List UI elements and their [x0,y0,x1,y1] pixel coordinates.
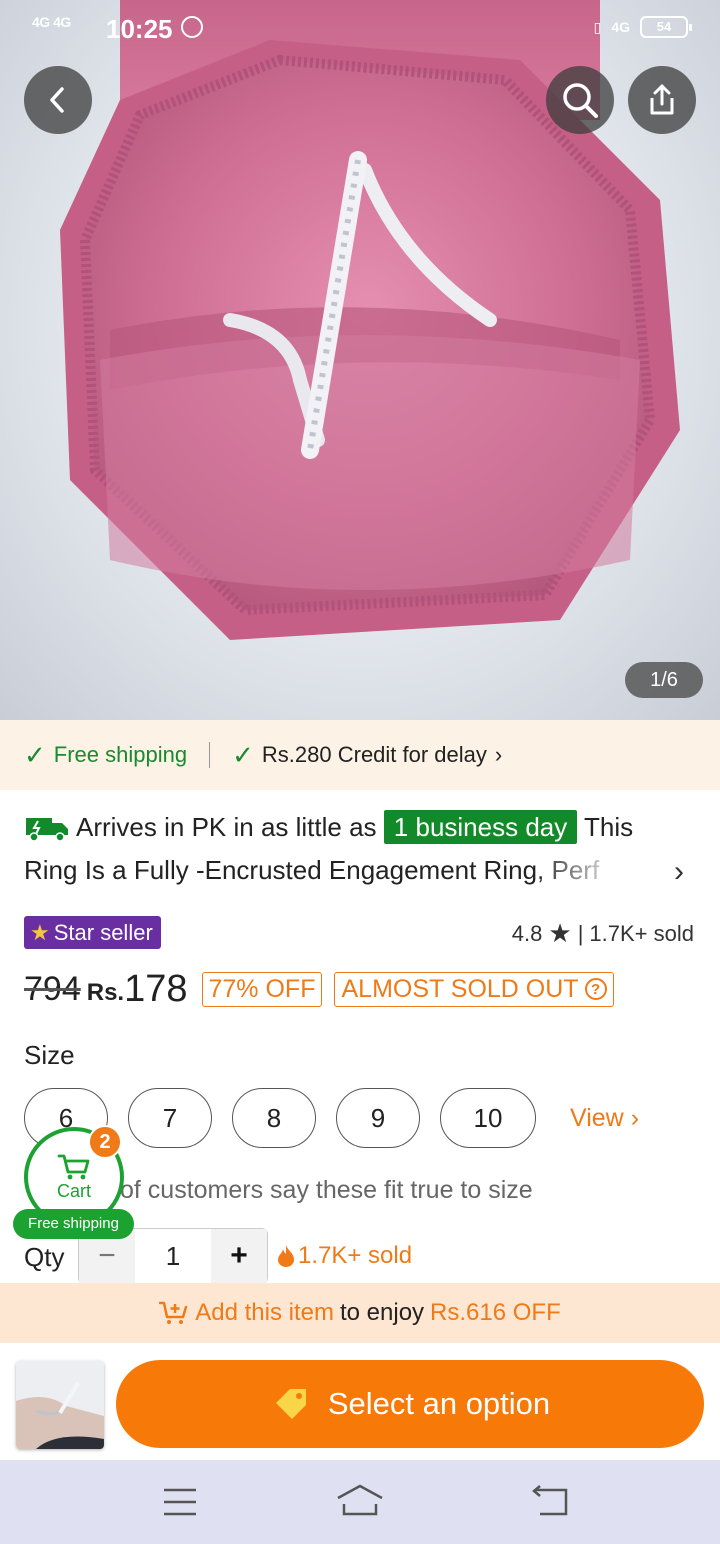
promo-add-item: Add this item [195,1299,334,1326]
chevron-right-icon: › [494,742,503,767]
rating-summary[interactable]: 4.8 ★ | 1.7K+ sold [512,918,694,949]
shipping-bar[interactable]: ✓ Free shipping ✓ Rs.280 Credit for dela… [0,720,720,790]
size-option[interactable]: 7 [128,1088,212,1148]
express-truck-icon [26,818,68,842]
current-price: 178 [124,967,188,1010]
product-image[interactable]: 4G 4G 10:25 ▯ 4G 54 1/6 [0,0,720,720]
increase-button[interactable]: + [211,1229,267,1283]
title-expand-chevron-icon[interactable]: › [674,855,684,889]
check-icon: ✓ [232,739,254,770]
stock-tag[interactable]: ALMOST SOLD OUT ? [334,971,614,1007]
signal-indicator: 4G 4G [32,14,71,30]
discount-label: 77% OFF [208,974,316,1003]
original-price: 794 [24,969,81,1008]
clock: 10:25 [106,14,173,44]
title-text: Ring Is a Fully -Encrusted Engagement Ri… [24,855,600,885]
star-seller-badge[interactable]: ★ Star seller [24,916,161,949]
system-navigation-bar [0,1460,720,1544]
free-shipping-label: Free shipping [53,742,188,767]
delivery-badge: 1 business day [383,810,578,844]
title-text-start: This [584,812,634,842]
ring-thumbnail-image [16,1361,104,1449]
product-title[interactable]: Arrives in PK in as little as 1 business… [24,806,684,892]
price-row: 794 Rs. 178 77% OFF ALMOST SOLD OUT ? [24,964,626,1014]
star-seller-label: Star seller [53,919,153,945]
chevron-right-icon: › [630,1104,640,1132]
status-bar: 4G 4G 10:25 ▯ 4G 54 [0,0,720,56]
view-sizes-link[interactable]: View › [570,1104,639,1133]
add-to-cart-icon [159,1301,188,1324]
size-heading: Size [24,1040,75,1070]
selected-variant-thumbnail[interactable] [16,1361,104,1449]
whatsapp-icon [181,16,203,38]
flame-icon [278,1245,294,1267]
currency: Rs. [86,979,125,1006]
hot-sold-label: 1.7K+ sold [298,1242,413,1269]
delay-credit-label: Rs.280 Credit for delay [261,742,487,767]
star-icon: ★ [30,919,50,945]
bottom-action-bar: Select an option [0,1343,720,1460]
promo-text: to enjoy [339,1299,425,1326]
hot-sold-count: 1.7K+ sold [276,1242,412,1270]
size-option[interactable]: 10 [440,1088,536,1148]
delay-credit-info[interactable]: ✓ Rs.280 Credit for delay › [232,740,502,771]
search-icon [563,83,598,118]
cart-free-shipping-label: Free shipping [13,1209,134,1239]
search-button[interactable] [546,66,614,134]
rating-value: 4.8 [511,920,543,946]
view-label: View [570,1104,624,1132]
sold-count: 1.7K+ sold [589,920,694,946]
promo-bar[interactable]: Add this item to enjoy Rs.616 OFF [0,1283,720,1343]
cart-label: Cart [56,1180,91,1201]
qty-label: Qty [24,1242,65,1272]
size-option[interactable]: 9 [336,1088,420,1148]
home-icon[interactable] [337,1484,383,1516]
select-option-label: Select an option [327,1386,551,1421]
image-counter: 1/6 [625,662,703,698]
arrival-text: Arrives in PK in as little as [76,812,377,842]
select-option-button[interactable]: Select an option [116,1360,704,1448]
price-tag-icon [275,1389,306,1419]
divider [209,742,211,768]
star-icon: ★ [548,918,572,948]
quantity-value[interactable]: 1 [135,1241,211,1272]
share-button[interactable] [628,66,696,134]
size-option[interactable]: 8 [232,1088,316,1148]
promo-discount: Rs.616 OFF [430,1299,561,1326]
help-icon: ? [584,978,607,1000]
chevron-left-icon [50,87,64,113]
menu-icon[interactable] [164,1488,196,1516]
fit-info: of customers say these fit true to size [120,1176,533,1204]
divider: | [577,920,584,946]
back-button[interactable] [24,66,92,134]
stock-label: ALMOST SOLD OUT [341,974,579,1003]
battery-indicator: 54 [640,16,692,38]
cart-count-badge: 2 [88,1125,122,1159]
check-icon: ✓ [24,739,46,770]
share-icon [650,84,674,115]
cart-icon [57,1154,90,1179]
network-label: 4G [611,19,630,35]
back-nav-icon[interactable] [532,1485,568,1516]
free-shipping-info: ✓ Free shipping [24,740,187,771]
vibrate-icon: ▯ [593,18,602,35]
discount-tag: 77% OFF [201,971,323,1007]
